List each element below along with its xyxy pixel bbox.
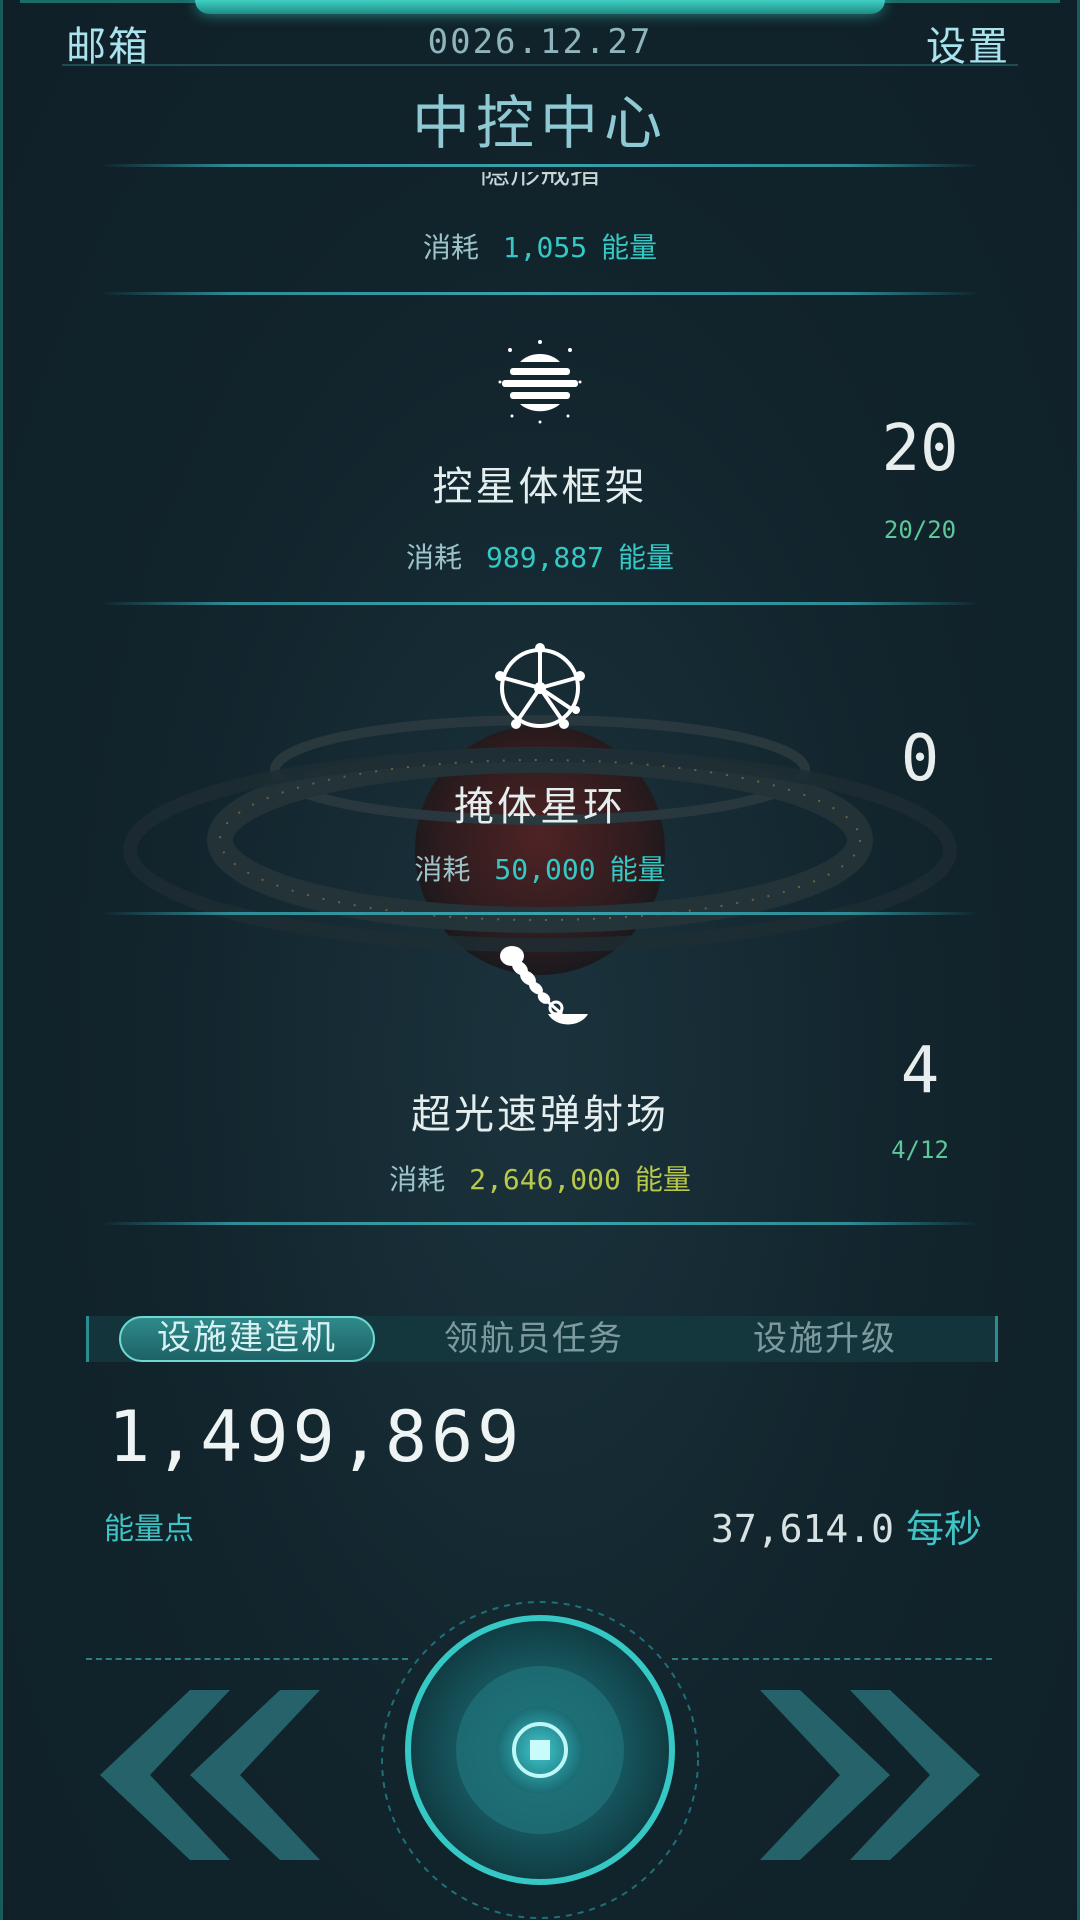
dyson-frame-icon [498, 340, 582, 424]
item-progress: 4/12 [891, 1136, 949, 1164]
item-cost: 消耗 50,000 能量 [0, 848, 1080, 888]
frame-top-accent [195, 0, 885, 14]
energy-rate: 37,614.0 每秒 [711, 1498, 982, 1553]
list-item[interactable]: 控星体框架 消耗 989,887 能量 20 20/20 [0, 292, 1080, 602]
cost-unit: 能量 [634, 1163, 691, 1196]
cost-value: 1,055 [502, 231, 588, 264]
header-divider [62, 64, 1018, 66]
page-title: 中控中心 [411, 89, 668, 157]
ring-wheel-icon [495, 643, 585, 729]
cost-unit: 能量 [609, 853, 666, 886]
tab-bar: 设施建造机 领航员任务 设施升级 [86, 1316, 998, 1362]
item-cost: 消耗 2,646,000 能量 [0, 1158, 1080, 1198]
separator [100, 1222, 980, 1225]
double-chevron-left-icon[interactable] [100, 1690, 320, 1860]
railgun-icon [500, 946, 588, 1025]
dashed-line-left [86, 1658, 408, 1660]
core-button-icon[interactable] [380, 1600, 700, 1920]
cost-value: 50,000 [494, 853, 596, 886]
cost-prefix: 消耗 [389, 1163, 446, 1196]
tab-facility-builder[interactable]: 设施建造机 [119, 1316, 375, 1362]
item-count: 4 [900, 1034, 940, 1108]
cost-prefix: 消耗 [414, 853, 471, 886]
item-count: 20 [881, 412, 959, 486]
separator [100, 164, 980, 167]
cost-unit: 能量 [618, 541, 675, 574]
cost-prefix: 消耗 [422, 231, 479, 264]
cost-prefix: 消耗 [405, 541, 462, 574]
energy-amount: 1,499,869 [108, 1396, 524, 1478]
item-count: 0 [900, 722, 940, 796]
dashed-line-right [672, 1658, 992, 1660]
rate-unit: 每秒 [905, 1507, 982, 1551]
item-progress: 20/20 [883, 516, 957, 544]
cost-value: 2,646,000 [469, 1163, 621, 1196]
cost-value: 989,887 [485, 541, 604, 574]
energy-label: 能量点 [104, 1512, 194, 1547]
scrolled-item-cost: 消耗 1,055 能量 [0, 226, 1080, 266]
app-screen: 邮箱 0026.12.27 设置 中控中心 隐形戒指 消耗 1,055 能量 控… [0, 0, 1080, 1920]
rate-value: 37,614.0 [710, 1507, 894, 1551]
game-date: 0026.12.27 [427, 22, 653, 62]
list-item[interactable]: 掩体星环 消耗 50,000 能量 0 [0, 602, 1080, 912]
scrolled-item-name: 隐形戒指 [480, 172, 600, 191]
tab-facility-upgrade[interactable]: 设施升级 [725, 1316, 925, 1362]
cost-unit: 能量 [601, 231, 658, 264]
tab-navigator-missions[interactable]: 领航员任务 [419, 1316, 649, 1362]
list-item[interactable]: 超光速弹射场 消耗 2,646,000 能量 4 4/12 [0, 912, 1080, 1222]
double-chevron-right-icon[interactable] [760, 1690, 980, 1860]
